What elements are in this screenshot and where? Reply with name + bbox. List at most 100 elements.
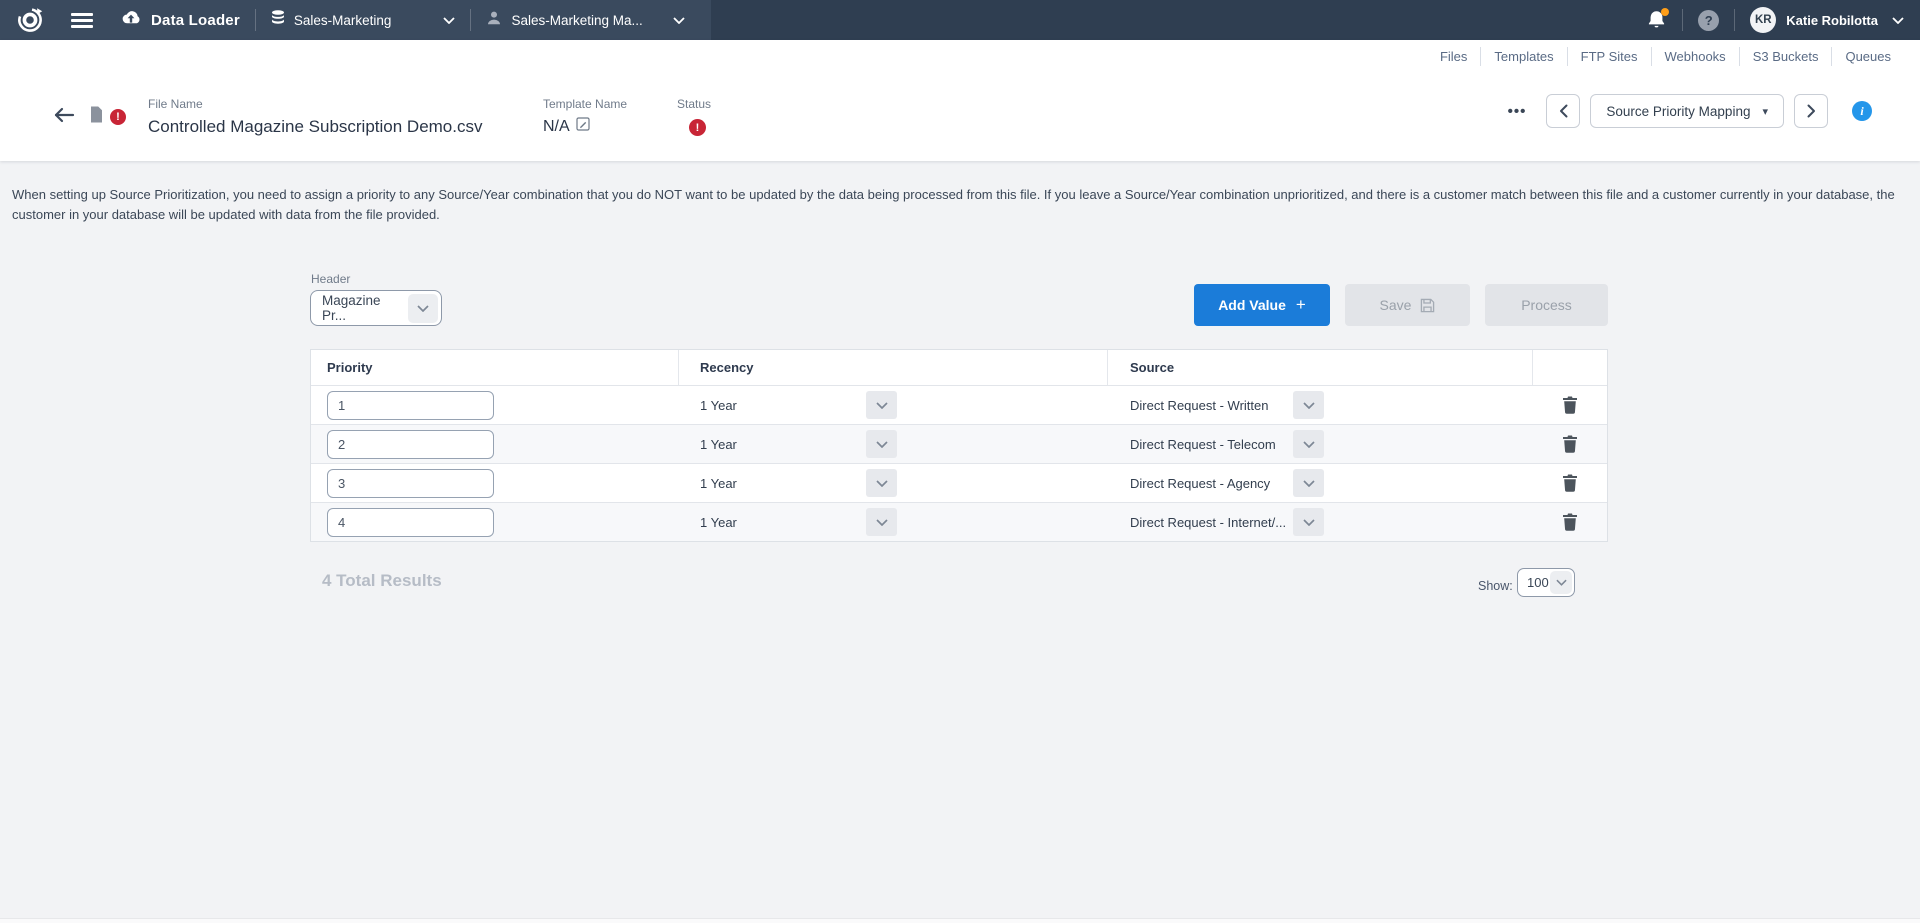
source-value: Direct Request - Written: [1108, 398, 1268, 413]
priority-input[interactable]: [327, 508, 494, 537]
recency-value: 1 Year: [679, 398, 737, 413]
mapping-selector-dropdown[interactable]: Source Priority Mapping ▾: [1590, 94, 1784, 128]
show-label: Show:: [1478, 579, 1513, 593]
priority-cell: [311, 386, 679, 424]
bottom-scrollbar-track[interactable]: [0, 918, 1920, 923]
actions-cell: [1533, 464, 1607, 502]
trash-icon: [1562, 474, 1578, 492]
mapping-selector-value: Source Priority Mapping: [1606, 104, 1750, 119]
app-logo-icon[interactable]: [17, 7, 43, 33]
info-icon[interactable]: i: [1852, 101, 1872, 121]
recency-dropdown-button[interactable]: [866, 391, 897, 419]
status-block: Status !: [677, 97, 711, 136]
total-results: 4 Total Results: [322, 571, 442, 591]
subnav-link-queues[interactable]: Queues: [1831, 47, 1904, 66]
chevron-down-icon: [673, 11, 685, 29]
delete-row-button[interactable]: [1562, 513, 1578, 531]
header-column-dropdown[interactable]: Magazine Pr...: [310, 290, 442, 326]
subnav-link-webhooks[interactable]: Webhooks: [1651, 47, 1739, 66]
help-icon[interactable]: ?: [1698, 10, 1719, 31]
org-selector-label: Sales-Marketing: [294, 13, 392, 28]
header-column-value: Magazine Pr...: [311, 293, 408, 323]
app-identity[interactable]: Data Loader: [120, 10, 240, 31]
delete-row-button[interactable]: [1562, 435, 1578, 453]
status-error-icon[interactable]: !: [689, 119, 706, 136]
menu-hamburger-icon[interactable]: [71, 13, 93, 28]
trash-icon: [1562, 396, 1578, 414]
table-row: 1 Year Direct Request - Telecom: [311, 424, 1607, 463]
priority-input[interactable]: [327, 391, 494, 420]
actions-cell: [1533, 386, 1607, 424]
source-value: Direct Request - Telecom: [1108, 437, 1276, 452]
edit-template-icon[interactable]: [576, 117, 590, 136]
file-name-block: File Name Controlled Magazine Subscripti…: [148, 97, 483, 137]
recency-dropdown-button[interactable]: [866, 508, 897, 536]
column-header-actions: [1533, 350, 1607, 385]
document-icon[interactable]: [90, 106, 103, 128]
more-actions-icon[interactable]: •••: [1508, 103, 1527, 120]
table-row: 1 Year Direct Request - Internet/...: [311, 502, 1607, 541]
subnav-link-files[interactable]: Files: [1427, 47, 1480, 66]
save-button[interactable]: Save: [1345, 284, 1470, 326]
process-label: Process: [1521, 297, 1572, 313]
recency-cell: 1 Year: [679, 464, 1108, 502]
table-header-row: Priority Recency Source: [311, 350, 1607, 385]
user-name: Katie Robilotta: [1786, 13, 1878, 28]
source-dropdown-button[interactable]: [1293, 508, 1324, 536]
subnav-link-templates[interactable]: Templates: [1480, 47, 1566, 66]
navbar-divider: [470, 9, 471, 31]
priority-cell: [311, 503, 679, 541]
next-mapping-button[interactable]: [1794, 94, 1828, 128]
secondary-nav: Files Templates FTP Sites Webhooks S3 Bu…: [0, 40, 1920, 73]
trash-icon: [1562, 513, 1578, 531]
process-button[interactable]: Process: [1485, 284, 1608, 326]
source-value: Direct Request - Internet/...: [1108, 515, 1286, 530]
source-value: Direct Request - Agency: [1108, 476, 1270, 491]
chevron-down-icon: [443, 11, 455, 29]
column-header-source: Source: [1108, 350, 1533, 385]
page-header: Files Templates FTP Sites Webhooks S3 Bu…: [0, 40, 1920, 161]
delete-row-button[interactable]: [1562, 474, 1578, 492]
project-selector[interactable]: Sales-Marketing Ma...: [486, 10, 684, 31]
back-arrow-icon[interactable]: [53, 107, 75, 128]
previous-mapping-button[interactable]: [1546, 94, 1580, 128]
user-menu-chevron-icon[interactable]: [1892, 11, 1904, 29]
source-dropdown-button[interactable]: [1293, 469, 1324, 497]
recency-cell: 1 Year: [679, 425, 1108, 463]
project-selector-label: Sales-Marketing Ma...: [511, 13, 642, 28]
toolbar-buttons: Add Value + Save Process: [1194, 284, 1608, 326]
prioritization-description: When setting up Source Prioritization, y…: [12, 185, 1908, 224]
save-floppy-icon: [1420, 298, 1435, 313]
recency-dropdown-button[interactable]: [866, 469, 897, 497]
status-label: Status: [677, 97, 711, 111]
recency-value: 1 Year: [679, 437, 737, 452]
add-value-button[interactable]: Add Value +: [1194, 284, 1330, 326]
priority-cell: [311, 464, 679, 502]
delete-row-button[interactable]: [1562, 396, 1578, 414]
cloud-upload-icon: [120, 10, 142, 31]
priority-input[interactable]: [327, 430, 494, 459]
subnav-link-s3-buckets[interactable]: S3 Buckets: [1739, 47, 1832, 66]
header-right-controls: ••• Source Priority Mapping ▾ i: [1508, 94, 1872, 128]
source-dropdown-button[interactable]: [1293, 430, 1324, 458]
notification-badge: [1661, 8, 1669, 16]
top-navbar: Data Loader Sales-Marketing: [0, 0, 1920, 40]
table-row: 1 Year Direct Request - Written: [311, 385, 1607, 424]
subnav-link-ftp-sites[interactable]: FTP Sites: [1567, 47, 1651, 66]
page-size-dropdown[interactable]: 100: [1517, 568, 1575, 597]
file-name-value: Controlled Magazine Subscription Demo.cs…: [148, 117, 483, 137]
person-icon: [486, 10, 502, 31]
user-avatar[interactable]: KR: [1750, 7, 1776, 33]
recency-dropdown-button[interactable]: [866, 430, 897, 458]
source-dropdown-button[interactable]: [1293, 391, 1324, 419]
navbar-left-group: Data Loader Sales-Marketing: [0, 0, 711, 40]
navbar-divider: [255, 9, 256, 31]
template-name-value: N/A: [543, 118, 570, 136]
notifications-bell-icon[interactable]: [1647, 10, 1667, 30]
file-header-icons: !: [53, 106, 126, 128]
org-selector[interactable]: Sales-Marketing: [271, 10, 456, 31]
template-name-label: Template Name: [543, 97, 627, 111]
priority-input[interactable]: [327, 469, 494, 498]
source-cell: Direct Request - Internet/...: [1108, 503, 1533, 541]
file-error-icon[interactable]: !: [110, 109, 126, 125]
